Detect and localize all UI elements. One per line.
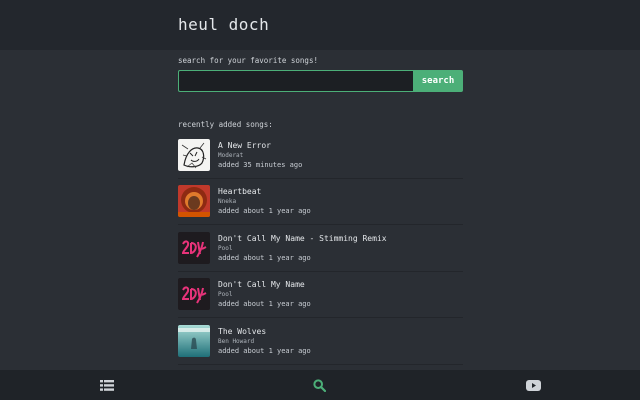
search-prompt: search for your favorite songs! bbox=[178, 56, 318, 65]
song-list-item[interactable]: Don't Call My Name - Stimming Remix Pool… bbox=[178, 225, 463, 272]
song-title: The Wolves bbox=[218, 326, 267, 336]
song-artist: Moderat bbox=[218, 151, 244, 159]
song-added-time: added about 1 year ago bbox=[218, 300, 311, 309]
recent-songs-heading: recently added songs: bbox=[178, 120, 273, 129]
search-button[interactable]: search bbox=[413, 70, 463, 92]
search-form: search bbox=[178, 70, 463, 92]
nav-list-button[interactable] bbox=[87, 370, 127, 400]
youtube-icon bbox=[525, 379, 541, 391]
pink-logo-cover bbox=[178, 231, 210, 264]
bottom-nav bbox=[0, 370, 640, 400]
main-content: search for your favorite songs! search r… bbox=[178, 50, 463, 365]
song-title: Don't Call My Name - Stimming Remix bbox=[218, 233, 387, 243]
top-bar: heul doch bbox=[0, 0, 640, 50]
song-artist: Pool bbox=[218, 291, 233, 299]
song-added-time: added about 1 year ago bbox=[218, 207, 311, 216]
search-input[interactable] bbox=[178, 70, 413, 92]
song-list-item[interactable]: The Wolves Ben Howard added about 1 year… bbox=[178, 318, 463, 365]
song-title: Don't Call My Name bbox=[218, 280, 305, 290]
song-list-item[interactable]: A New Error Moderat added 35 minutes ago bbox=[178, 132, 463, 179]
pink-logo-cover bbox=[178, 278, 210, 311]
song-title: Heartbeat bbox=[218, 187, 262, 197]
song-added-time: added about 1 year ago bbox=[218, 253, 311, 262]
song-title: A New Error bbox=[218, 140, 271, 150]
song-list-item[interactable]: Heartbeat Nneka added about 1 year ago bbox=[178, 179, 463, 225]
song-artist: Nneka bbox=[218, 198, 237, 206]
song-added-time: added 35 minutes ago bbox=[218, 160, 303, 169]
app-title[interactable]: heul doch bbox=[178, 15, 269, 34]
song-artist: Pool bbox=[218, 244, 233, 252]
song-artist: Ben Howard bbox=[218, 337, 255, 345]
song-list: A New Error Moderat added 35 minutes ago… bbox=[178, 132, 463, 365]
underwater-cover bbox=[178, 324, 210, 357]
list-icon bbox=[99, 379, 114, 391]
search-icon bbox=[313, 378, 327, 392]
song-added-time: added about 1 year ago bbox=[218, 346, 311, 355]
nav-youtube-button[interactable] bbox=[513, 370, 553, 400]
sketch-cover bbox=[178, 138, 210, 171]
nav-search-button[interactable] bbox=[300, 370, 340, 400]
portrait-cover bbox=[178, 185, 210, 218]
song-list-item[interactable]: Don't Call My Name Pool added about 1 ye… bbox=[178, 272, 463, 318]
